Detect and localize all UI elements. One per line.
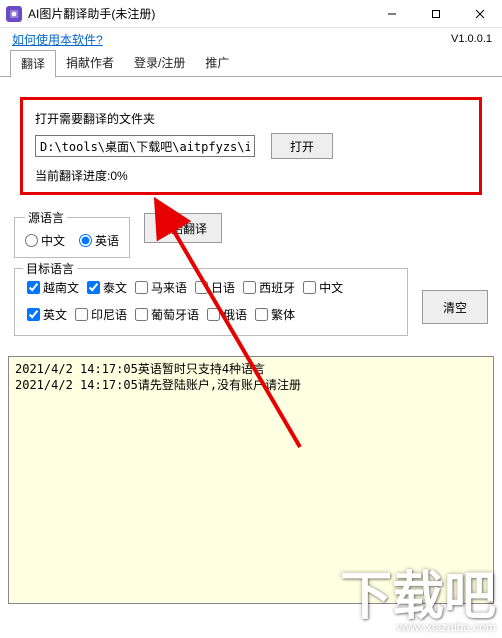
- top-strip: 如何使用本软件? V1.0.0.1: [0, 28, 502, 50]
- source-legend: 源语言: [25, 209, 67, 226]
- window-controls: [370, 0, 502, 28]
- target-language-group: 目标语言 越南文泰文马来语日语西班牙中文 英文印尼语葡萄牙语俄语繁体: [14, 268, 408, 336]
- minimize-button[interactable]: [370, 0, 414, 28]
- target-checkbox[interactable]: [207, 308, 220, 321]
- clear-button[interactable]: 清空: [422, 290, 488, 324]
- source-radio[interactable]: [79, 234, 92, 247]
- target-option[interactable]: 英文: [27, 306, 67, 323]
- maximize-button[interactable]: [414, 0, 458, 28]
- content-area: 打开需要翻译的文件夹 打开 当前翻译进度:0% 源语言 中文英语 开始翻译 目标…: [0, 77, 502, 346]
- target-option[interactable]: 俄语: [207, 306, 247, 323]
- target-checkbox[interactable]: [87, 281, 100, 294]
- start-translate-button[interactable]: 开始翻译: [144, 213, 222, 243]
- target-option[interactable]: 越南文: [27, 279, 79, 296]
- target-option[interactable]: 西班牙: [243, 279, 295, 296]
- open-folder-button[interactable]: 打开: [271, 133, 333, 159]
- target-checkbox[interactable]: [303, 281, 316, 294]
- target-option[interactable]: 日语: [195, 279, 235, 296]
- target-option[interactable]: 葡萄牙语: [135, 306, 199, 323]
- tab-1[interactable]: 捐献作者: [56, 50, 124, 77]
- log-panel[interactable]: 2021/4/2 14:17:05英语暂时只支持4种语言 2021/4/2 14…: [8, 356, 494, 604]
- target-option[interactable]: 印尼语: [75, 306, 127, 323]
- tab-0[interactable]: 翻译: [10, 50, 56, 78]
- source-option[interactable]: 中文: [25, 232, 65, 249]
- target-option[interactable]: 繁体: [255, 306, 295, 323]
- titlebar: AI图片翻译助手(未注册): [0, 0, 502, 28]
- progress-text: 当前翻译进度:: [35, 169, 110, 183]
- target-option[interactable]: 泰文: [87, 279, 127, 296]
- source-radio[interactable]: [25, 234, 38, 247]
- tab-3[interactable]: 推广: [195, 50, 239, 77]
- folder-path-input[interactable]: [35, 135, 255, 157]
- target-checkbox[interactable]: [255, 308, 268, 321]
- target-checkbox[interactable]: [135, 308, 148, 321]
- tab-2[interactable]: 登录/注册: [124, 50, 195, 77]
- app-icon: [6, 6, 22, 22]
- folder-group: 打开需要翻译的文件夹 打开 当前翻译进度:0%: [20, 97, 482, 195]
- target-checkbox[interactable]: [27, 308, 40, 321]
- target-checkbox[interactable]: [135, 281, 148, 294]
- tab-bar: 翻译捐献作者登录/注册推广: [0, 50, 502, 77]
- progress-value: 0%: [110, 169, 127, 183]
- version-label: V1.0.0.1: [451, 33, 492, 45]
- target-checkbox[interactable]: [75, 308, 88, 321]
- help-link[interactable]: 如何使用本软件?: [12, 31, 103, 48]
- source-language-group: 源语言 中文英语: [14, 209, 130, 258]
- target-legend: 目标语言: [23, 260, 77, 277]
- window-title: AI图片翻译助手(未注册): [28, 5, 370, 22]
- target-checkbox[interactable]: [243, 281, 256, 294]
- folder-label: 打开需要翻译的文件夹: [35, 110, 467, 127]
- target-option[interactable]: 马来语: [135, 279, 187, 296]
- target-checkbox[interactable]: [27, 281, 40, 294]
- watermark-url: www.xiazaiba.com: [340, 620, 496, 634]
- target-option[interactable]: 中文: [303, 279, 343, 296]
- progress-label: 当前翻译进度:0%: [35, 167, 467, 184]
- source-option[interactable]: 英语: [79, 232, 119, 249]
- target-checkbox[interactable]: [195, 281, 208, 294]
- close-button[interactable]: [458, 0, 502, 28]
